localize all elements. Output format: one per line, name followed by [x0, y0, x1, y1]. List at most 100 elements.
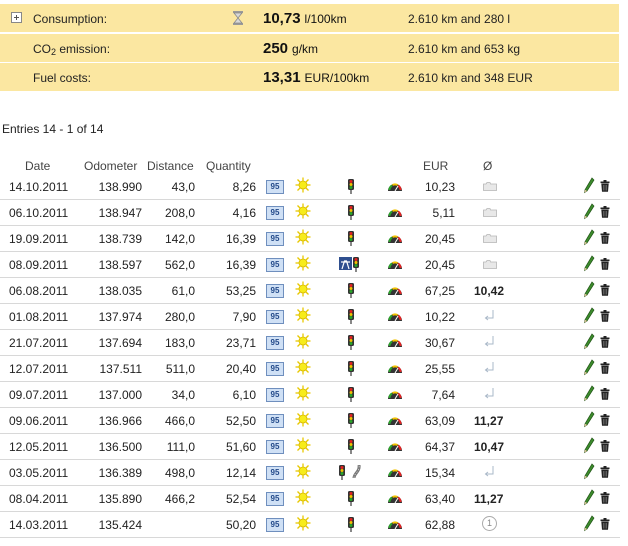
delete-trash-icon[interactable] [600, 440, 610, 452]
col-avg[interactable]: Ø [483, 159, 492, 173]
edit-pencil-icon[interactable] [583, 177, 595, 194]
delete-trash-icon[interactable] [600, 206, 610, 218]
gauge-icon [388, 417, 402, 426]
table-row[interactable]: 14.03.2011 135.424 50,20 95 62,88 1 [0, 512, 620, 538]
country-road-icon [352, 465, 361, 478]
expand-icon[interactable] [11, 12, 22, 23]
cell-distance: 466,2 [164, 492, 195, 506]
gauge-icon [388, 261, 402, 270]
edit-pencil-icon[interactable] [583, 515, 595, 532]
table-row[interactable]: 21.07.2011 137.694 183,0 23,71 95 30,67 [0, 330, 620, 356]
sun-icon [295, 281, 311, 297]
delete-trash-icon[interactable] [600, 518, 610, 530]
edit-pencil-icon[interactable] [583, 411, 595, 428]
delete-trash-icon[interactable] [600, 232, 610, 244]
fuel-costs-label: Fuel costs: [33, 71, 92, 85]
delete-trash-icon[interactable] [600, 388, 610, 400]
return-arrow-icon [484, 466, 494, 477]
cell-odometer: 137.511 [99, 362, 143, 376]
edit-pencil-icon[interactable] [583, 489, 595, 506]
cell-date: 14.10.2011 [9, 180, 69, 194]
sun-icon [295, 463, 311, 479]
return-arrow-icon [484, 310, 494, 321]
table-row[interactable]: 08.04.2011 135.890 466,2 52,54 95 63,40 11,27 [0, 486, 620, 512]
delete-trash-icon[interactable] [600, 466, 610, 478]
delete-trash-icon[interactable] [600, 414, 610, 426]
cell-eur: 20,45 [424, 232, 455, 246]
tank-icon [483, 234, 497, 243]
cell-eur: 20,45 [424, 258, 455, 272]
co2-value: 250 g/km [263, 40, 319, 57]
cell-odometer: 138.947 [98, 206, 142, 220]
delete-trash-icon[interactable] [600, 258, 610, 270]
edit-pencil-icon[interactable] [583, 437, 595, 454]
cell-eur: 62,88 [424, 518, 455, 532]
cell-odometer: 137.694 [98, 336, 142, 350]
tank-icon [483, 260, 497, 269]
col-distance[interactable]: Distance [147, 159, 194, 173]
table-row[interactable]: 06.08.2011 138.035 61,0 53,25 95 67,25 10,42 [0, 278, 620, 304]
delete-trash-icon[interactable] [600, 310, 610, 322]
traffic-light-icon [353, 257, 359, 272]
traffic-light-icon [348, 491, 354, 506]
delete-trash-icon[interactable] [600, 362, 610, 374]
edit-pencil-icon[interactable] [583, 203, 595, 220]
gauge-icon [388, 209, 402, 218]
delete-trash-icon[interactable] [600, 284, 610, 296]
table-row[interactable]: 09.06.2011 136.966 466,0 52,50 95 63,09 11,27 [0, 408, 620, 434]
fuel-type-badge: 95 [266, 466, 284, 480]
edit-pencil-icon[interactable] [583, 255, 595, 272]
table-row[interactable]: 12.07.2011 137.511 511,0 20,40 95 25,55 [0, 356, 620, 382]
cell-distance: 111,0 [166, 440, 195, 454]
fuel-type-badge: 95 [266, 518, 284, 532]
cell-odometer: 136.389 [98, 466, 142, 480]
col-eur[interactable]: EUR [423, 159, 448, 173]
sun-icon [295, 255, 311, 271]
cell-eur: 63,09 [424, 414, 455, 428]
return-arrow-icon [484, 336, 494, 347]
cell-quantity: 8,26 [232, 180, 256, 194]
edit-pencil-icon[interactable] [583, 229, 595, 246]
cell-date: 12.07.2011 [9, 362, 69, 376]
fuel-type-badge: 95 [266, 206, 284, 220]
gauge-icon [388, 235, 402, 244]
fuel-type-badge: 95 [266, 336, 284, 350]
cell-distance: 466,0 [164, 414, 195, 428]
edit-pencil-icon[interactable] [583, 333, 595, 350]
traffic-light-icon [348, 413, 354, 428]
table-row[interactable]: 12.05.2011 136.500 111,0 51,60 95 64,37 10,47 [0, 434, 620, 460]
cell-quantity: 50,20 [225, 518, 256, 532]
table-header: Date Odometer Distance Quantity EUR Ø [0, 157, 620, 175]
table-row[interactable]: 01.08.2011 137.974 280,0 7,90 95 10,22 [0, 304, 620, 330]
col-quantity[interactable]: Quantity [206, 159, 251, 173]
edit-pencil-icon[interactable] [583, 359, 595, 376]
cell-quantity: 52,50 [225, 414, 256, 428]
table-row[interactable]: 08.09.2011 138.597 562,0 16,39 95 20,45 [0, 252, 620, 278]
edit-pencil-icon[interactable] [583, 463, 595, 480]
edit-pencil-icon[interactable] [583, 307, 595, 324]
cell-quantity: 20,40 [225, 362, 256, 376]
cell-odometer: 137.000 [98, 388, 142, 402]
table-row[interactable]: 09.07.2011 137.000 34,0 6,10 95 7,64 [0, 382, 620, 408]
table-row[interactable]: 03.05.2011 136.389 498,0 12,14 95 15,34 [0, 460, 620, 486]
cell-distance: 280,0 [164, 310, 195, 324]
fuel-type-badge: 95 [266, 492, 284, 506]
table-row[interactable]: 06.10.2011 138.947 208,0 4,16 95 5,11 [0, 200, 620, 226]
delete-trash-icon[interactable] [600, 492, 610, 504]
cell-eur: 25,55 [424, 362, 455, 376]
col-odometer[interactable]: Odometer [84, 159, 137, 173]
fuel-type-badge: 95 [266, 362, 284, 376]
sun-icon [295, 333, 311, 349]
table-row[interactable]: 19.09.2011 138.739 142,0 16,39 95 20,45 [0, 226, 620, 252]
table-row[interactable]: 14.10.2011 138.990 43,0 8,26 95 10,23 [0, 174, 620, 200]
edit-pencil-icon[interactable] [583, 385, 595, 402]
cell-eur: 67,25 [424, 284, 455, 298]
edit-pencil-icon[interactable] [583, 281, 595, 298]
cell-quantity: 4,16 [232, 206, 256, 220]
col-date[interactable]: Date [25, 159, 50, 173]
hourglass-icon [233, 11, 243, 25]
cell-date: 08.09.2011 [9, 258, 69, 272]
first-entry-badge: 1 [482, 516, 497, 531]
delete-trash-icon[interactable] [600, 180, 610, 192]
delete-trash-icon[interactable] [600, 336, 610, 348]
